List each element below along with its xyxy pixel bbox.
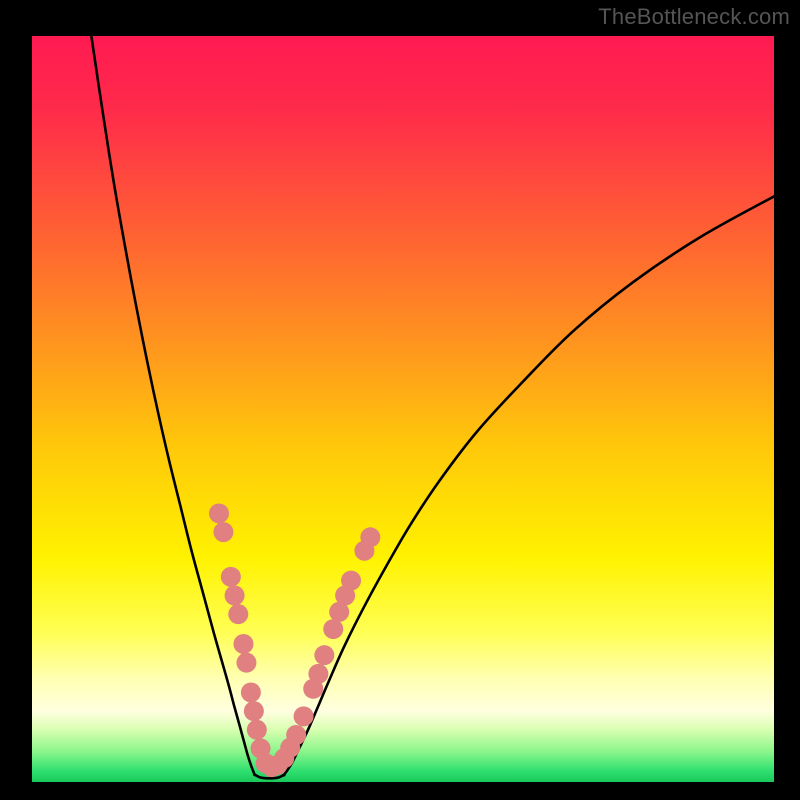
data-marker xyxy=(228,604,248,624)
chart-svg xyxy=(32,36,774,782)
data-marker xyxy=(341,571,361,591)
data-marker xyxy=(241,682,261,702)
watermark-text: TheBottleneck.com xyxy=(598,4,790,30)
data-marker xyxy=(225,586,245,606)
data-marker xyxy=(213,522,233,542)
data-marker xyxy=(244,701,264,721)
gradient-background xyxy=(32,36,774,782)
data-marker xyxy=(308,664,328,684)
data-marker xyxy=(286,725,306,745)
data-marker xyxy=(247,720,267,740)
data-marker xyxy=(233,634,253,654)
chart-frame: TheBottleneck.com xyxy=(0,0,800,800)
data-marker xyxy=(294,706,314,726)
data-marker xyxy=(209,503,229,523)
data-marker xyxy=(360,527,380,547)
plot-area xyxy=(32,36,774,782)
data-marker xyxy=(314,645,334,665)
data-marker xyxy=(221,567,241,587)
data-marker xyxy=(236,653,256,673)
data-marker xyxy=(323,619,343,639)
